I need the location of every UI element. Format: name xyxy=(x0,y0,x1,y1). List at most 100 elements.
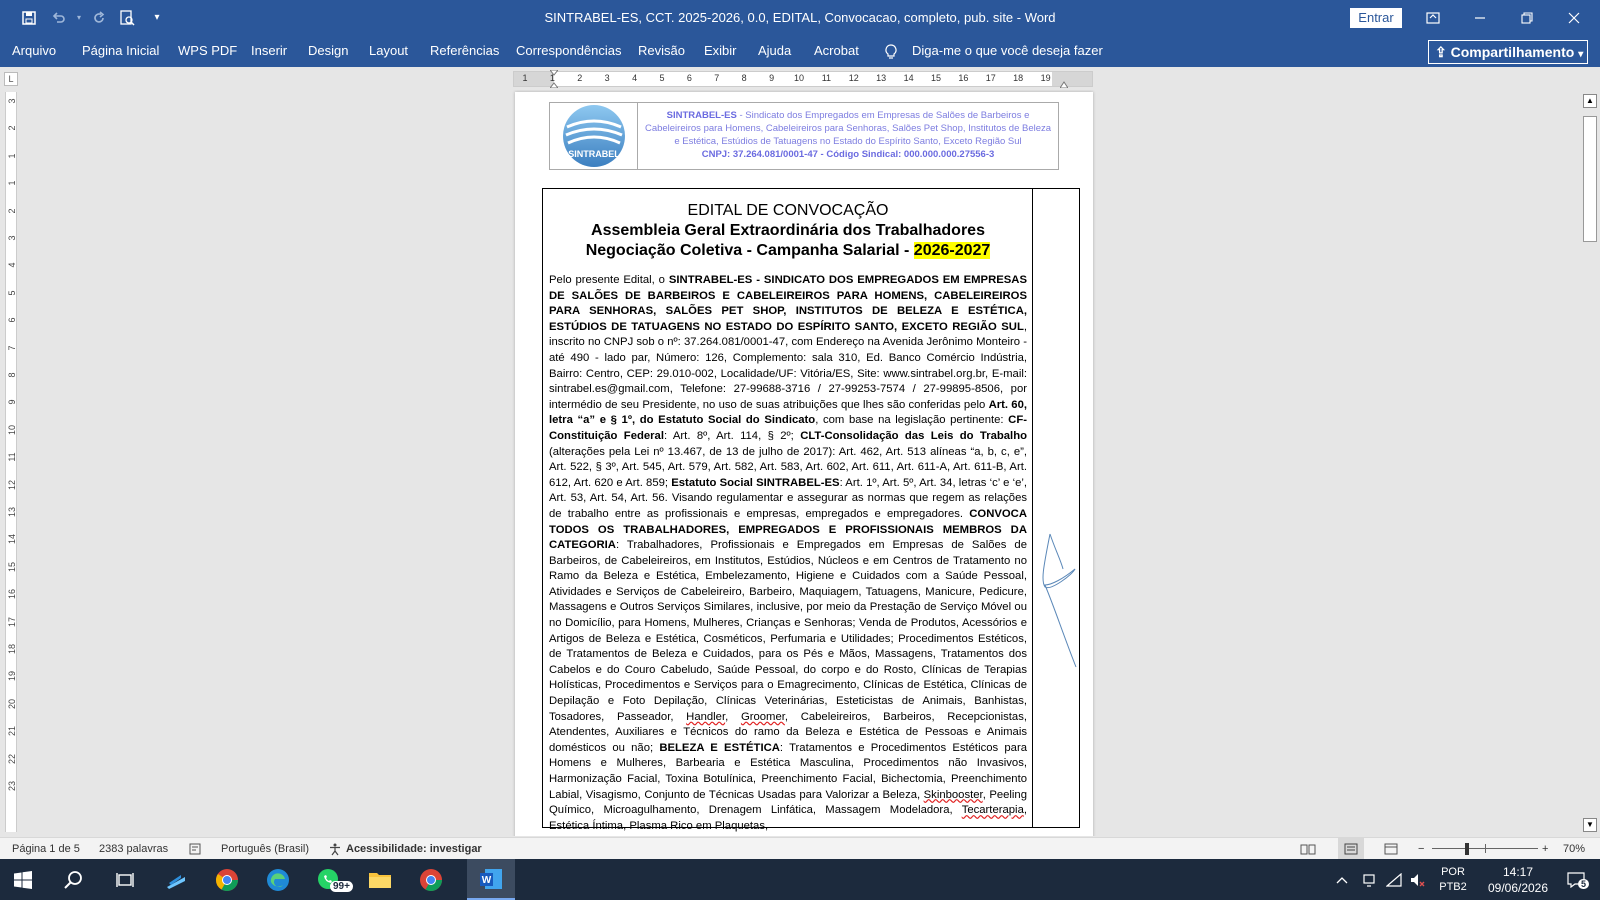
ruler-number: 6 xyxy=(7,317,17,323)
right-indent-marker[interactable] xyxy=(1059,75,1069,89)
device-icon[interactable] xyxy=(1357,859,1381,900)
zoom-slider-thumb[interactable] xyxy=(1465,843,1470,855)
accessibility-icon[interactable] xyxy=(328,838,342,860)
tab-revisao[interactable]: Revisão xyxy=(638,35,685,67)
scroll-down-icon[interactable]: ▼ xyxy=(1583,818,1597,832)
spelling-flagged-word[interactable]: Tecarterapia xyxy=(962,804,1024,816)
zoom-in-icon[interactable]: + xyxy=(1542,838,1548,860)
language-indicator[interactable]: Português (Brasil) xyxy=(221,838,309,860)
document-page[interactable]: SINTRABEL SINTRABEL-ES - Sindicato dos E… xyxy=(515,92,1093,836)
lightbulb-icon[interactable] xyxy=(884,35,898,67)
tab-ajuda[interactable]: Ajuda xyxy=(758,35,791,67)
spelling-flagged-word[interactable]: Handler xyxy=(686,711,725,723)
svg-text:W: W xyxy=(482,875,492,886)
whatsapp-badge: 99+ xyxy=(330,881,353,892)
tab-inserir[interactable]: Inserir xyxy=(251,35,287,67)
ruler-number: 16 xyxy=(7,589,17,600)
ruler-number: 14 xyxy=(7,534,17,545)
proofing-icon[interactable] xyxy=(189,838,203,860)
vertical-ruler: L 3 2 1 1 2 3 4 5 6 7 8 9 10 11 12 13 14 15 16 17 18 19 20 21 22… xyxy=(0,70,22,836)
zoom-out-icon[interactable]: − xyxy=(1418,838,1424,860)
ribbon-tabs: Arquivo Página Inicial WPS PDF Inserir D… xyxy=(0,35,1600,67)
share-icon: ⇪ xyxy=(1435,44,1447,60)
input-method-indicator[interactable]: POR PTB2 xyxy=(1432,859,1474,900)
share-label: Compartilhamento xyxy=(1450,44,1575,60)
tab-correspondencias[interactable]: Correspondências xyxy=(516,35,622,67)
ruler-number: 11 xyxy=(821,73,832,83)
tab-wps-pdf[interactable]: WPS PDF xyxy=(178,35,237,67)
chrome-icon[interactable] xyxy=(204,859,250,900)
ruler-number: 7 xyxy=(714,73,720,83)
close-icon[interactable] xyxy=(1551,0,1597,35)
word-count[interactable]: 2383 palavras xyxy=(99,838,168,860)
app-icon[interactable] xyxy=(153,859,199,900)
chrome-profile-icon[interactable] xyxy=(408,859,454,900)
heading-negociacao-prefix: Negociação Coletiva - Campanha Salarial … xyxy=(585,242,914,259)
tab-selector-icon[interactable]: L xyxy=(4,72,18,86)
zoom-level[interactable]: 70% xyxy=(1563,838,1585,860)
share-button[interactable]: ⇪ Compartilhamento ▾ xyxy=(1428,40,1588,64)
tab-exibir[interactable]: Exibir xyxy=(704,35,737,67)
web-layout-icon[interactable] xyxy=(1384,838,1398,860)
vertical-ruler-track: 3 2 1 1 2 3 4 5 6 7 8 9 10 11 12 13 14 15 16 17 18 19 20 21 22 23 xyxy=(5,92,17,832)
word-taskbar-icon[interactable]: W xyxy=(467,859,515,900)
minimize-icon[interactable] xyxy=(1457,0,1503,35)
chevron-up-icon[interactable] xyxy=(1330,859,1354,900)
save-icon[interactable] xyxy=(14,0,44,35)
edital-text[interactable]: EDITAL DE CONVOCAÇÃO Assembleia Geral Ex… xyxy=(549,201,1027,834)
windows-start-icon[interactable] xyxy=(0,859,46,900)
restore-icon[interactable] xyxy=(1504,0,1550,35)
customize-icon[interactable]: ▾ xyxy=(142,0,172,35)
document-canvas[interactable]: SINTRABEL SINTRABEL-ES - Sindicato dos E… xyxy=(22,90,1578,836)
ruler-number: 8 xyxy=(741,73,747,83)
volume-muted-icon[interactable] xyxy=(1406,859,1430,900)
redo-icon[interactable] xyxy=(84,0,114,35)
ime-layout: PTB2 xyxy=(1439,880,1467,893)
notification-icon[interactable]: 5 xyxy=(1558,859,1594,900)
tell-me-search[interactable]: Diga-me o que você deseja fazer xyxy=(912,35,1103,67)
print-layout-icon[interactable] xyxy=(1338,838,1364,860)
page-count[interactable]: Página 1 de 5 xyxy=(12,838,80,860)
spelling-flagged-word[interactable]: Groomer xyxy=(741,711,785,723)
ruler-number: 7 xyxy=(7,345,17,351)
body-text: : Trabalhadores, Profissionais e Emprega… xyxy=(549,539,1027,723)
ruler-number: 9 xyxy=(7,399,17,405)
whatsapp-icon[interactable]: 99+ xyxy=(306,859,353,900)
scroll-up-icon[interactable]: ▲ xyxy=(1583,94,1597,108)
ruler-number: 2 xyxy=(577,73,583,83)
ruler-number: 15 xyxy=(7,561,17,572)
ribbon-display-icon[interactable] xyxy=(1410,0,1456,35)
clock[interactable]: 14:17 09/06/2026 xyxy=(1480,859,1556,900)
zoom-slider[interactable] xyxy=(1432,838,1538,860)
handwritten-signature xyxy=(1042,533,1077,668)
tab-acrobat[interactable]: Acrobat xyxy=(814,35,859,67)
network-icon[interactable] xyxy=(1382,859,1406,900)
left-indent-marker[interactable] xyxy=(548,69,560,89)
file-explorer-icon[interactable] xyxy=(357,859,403,900)
read-mode-icon[interactable] xyxy=(1300,838,1316,860)
search-icon[interactable] xyxy=(51,859,97,900)
ruler-number: 5 xyxy=(7,290,17,296)
tab-layout[interactable]: Layout xyxy=(369,35,408,67)
ruler-number: 13 xyxy=(876,73,887,83)
print-preview-icon[interactable] xyxy=(112,0,142,35)
tab-design[interactable]: Design xyxy=(308,35,348,67)
ruler-number: 17 xyxy=(985,73,996,83)
horizontal-ruler: 1 1 2 3 4 5 6 7 8 9 10 11 12 13 14 15 16 17 18 19 xyxy=(513,69,1093,89)
ime-language: POR xyxy=(1441,865,1465,878)
vertical-scrollbar[interactable]: ▲ ▼ xyxy=(1580,92,1600,836)
task-view-icon[interactable] xyxy=(102,859,148,900)
accessibility-status[interactable]: Acessibilidade: investigar xyxy=(346,838,482,860)
clock-date: 09/06/2026 xyxy=(1487,880,1549,895)
scrollbar-thumb[interactable] xyxy=(1583,116,1597,242)
spelling-flagged-word[interactable]: Skinbooster xyxy=(924,789,983,801)
edge-icon[interactable] xyxy=(255,859,301,900)
tab-pagina-inicial[interactable]: Página Inicial xyxy=(82,35,159,67)
ruler-number: 21 xyxy=(7,726,17,737)
signin-button[interactable]: Entrar xyxy=(1350,8,1402,28)
ruler-number: 23 xyxy=(7,781,17,792)
body-text: Pelo presente Edital, o xyxy=(549,274,669,286)
tab-referencias[interactable]: Referências xyxy=(430,35,499,67)
signature-column xyxy=(1032,189,1079,827)
tab-arquivo[interactable]: Arquivo xyxy=(12,35,56,67)
